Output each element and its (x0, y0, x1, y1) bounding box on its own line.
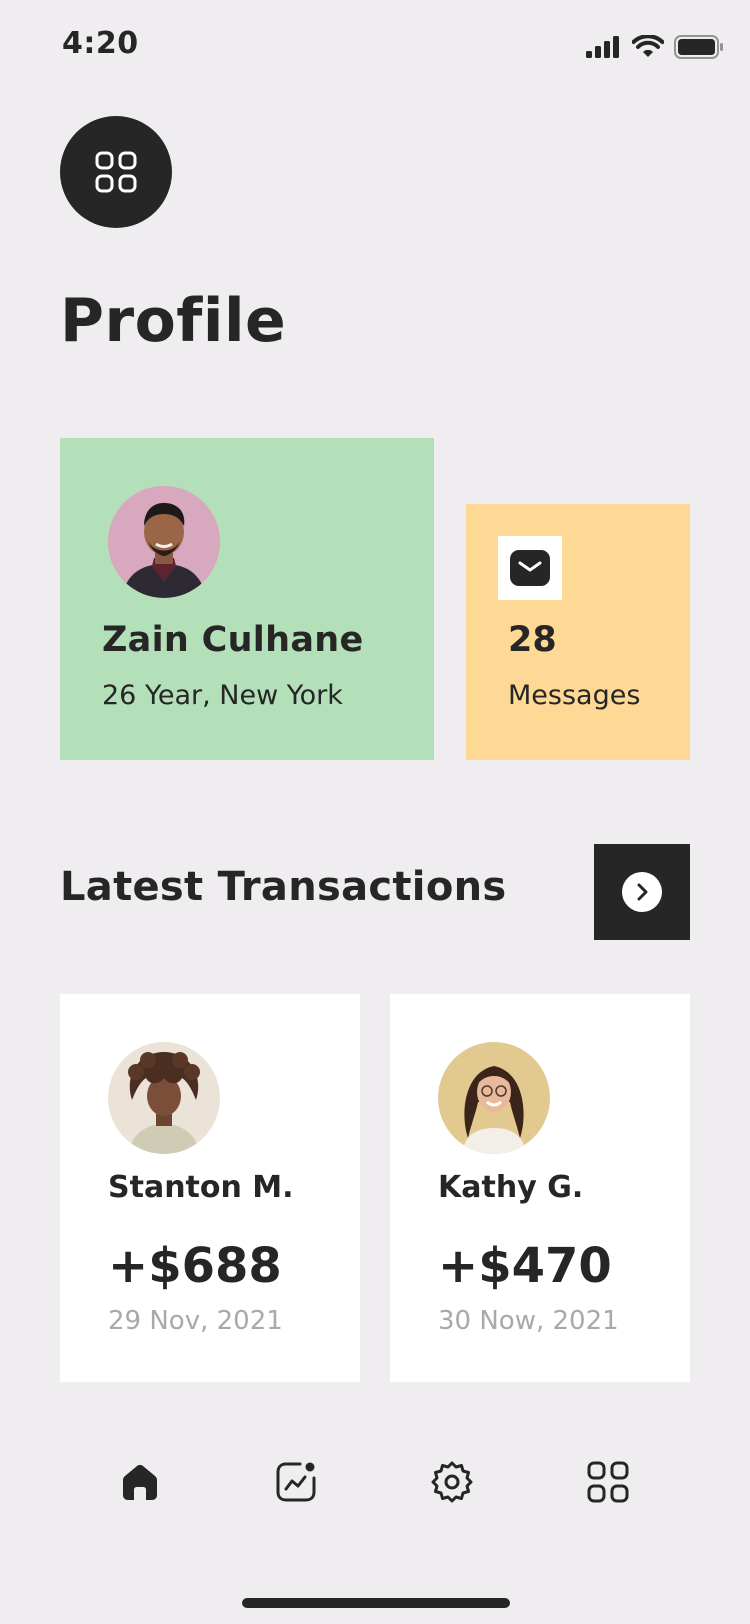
grid-icon (95, 151, 137, 193)
transaction-avatar (108, 1042, 220, 1154)
transaction-name: Kathy G. (438, 1170, 584, 1205)
transaction-date: 30 Now, 2021 (438, 1306, 619, 1336)
home-icon (123, 1464, 157, 1500)
messages-label: Messages (508, 680, 641, 711)
profile-card[interactable]: Zain Culhane 26 Year, New York (60, 438, 434, 760)
transaction-amount: +$688 (108, 1238, 282, 1294)
messages-count: 28 (508, 620, 557, 660)
status-icons (586, 32, 724, 62)
cellular-signal-icon (586, 36, 619, 58)
transaction-card[interactable]: Stanton M. +$688 29 Nov, 2021 (60, 994, 360, 1382)
nav-settings[interactable] (426, 1456, 478, 1508)
page-title: Profile (60, 286, 287, 356)
settings-icon (431, 1461, 473, 1503)
transactions-next-button[interactable] (594, 844, 690, 940)
profile-name: Zain Culhane (102, 620, 364, 660)
transaction-avatar (438, 1042, 550, 1154)
status-time: 4:20 (62, 26, 139, 61)
nav-grid[interactable] (582, 1456, 634, 1508)
grid-icon (587, 1461, 629, 1503)
profile-meta: 26 Year, New York (102, 680, 343, 711)
chevron-right-icon (622, 872, 662, 912)
wifi-icon (632, 35, 664, 57)
transaction-name: Stanton M. (108, 1170, 294, 1205)
transaction-card[interactable]: Kathy G. +$470 30 Now, 2021 (390, 994, 690, 1382)
section-title: Latest Transactions (60, 864, 507, 910)
menu-button[interactable] (60, 116, 172, 228)
messages-card[interactable]: 28 Messages (466, 504, 690, 760)
transaction-date: 29 Nov, 2021 (108, 1306, 283, 1336)
nav-analytics[interactable] (270, 1456, 322, 1508)
profile-avatar (108, 486, 220, 598)
transaction-amount: +$470 (438, 1238, 612, 1294)
battery-icon (674, 35, 723, 59)
messages-icon-box (498, 536, 562, 600)
analytics-icon (276, 1462, 316, 1502)
mail-icon (510, 550, 550, 586)
home-indicator (242, 1598, 510, 1608)
nav-home[interactable] (114, 1456, 166, 1508)
